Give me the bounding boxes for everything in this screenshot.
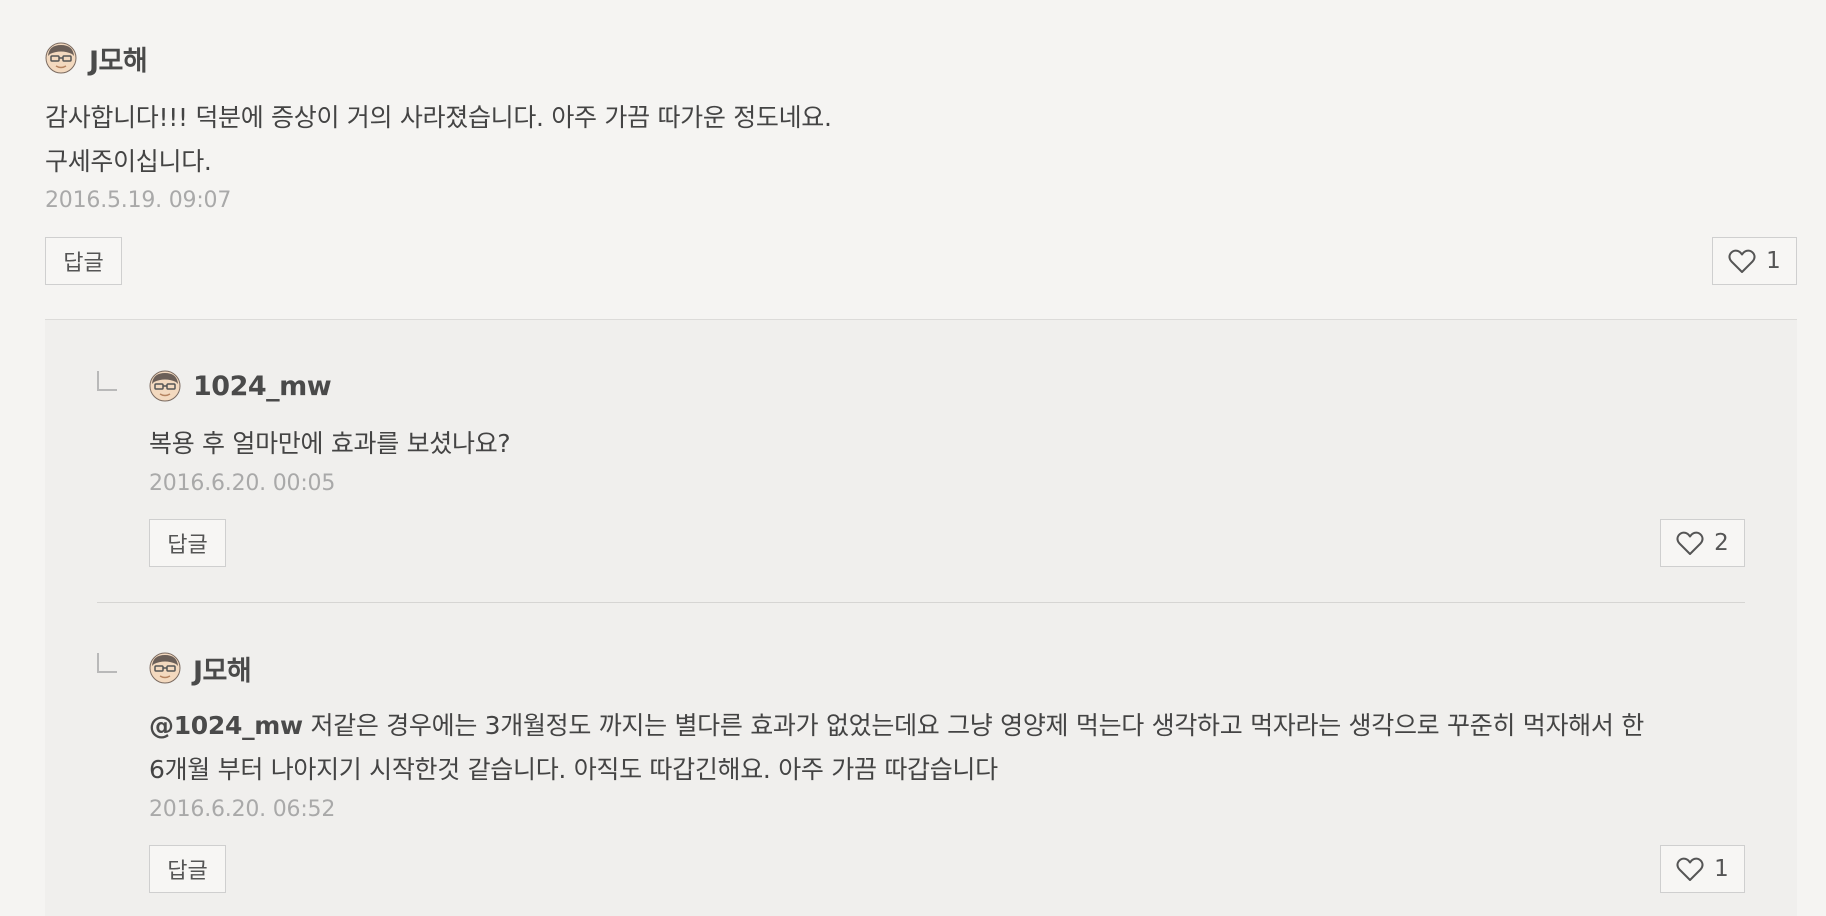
reply-author-row: 1024_mw (149, 366, 332, 406)
reply-button[interactable]: 답글 (149, 519, 226, 567)
reply-text-line: 6개월 부터 나아지기 시작한것 같습니다. 아직도 따갑긴해요. 아주 가끔 … (149, 755, 998, 784)
avatar-icon (149, 370, 181, 402)
reply-author[interactable]: J모해 (193, 649, 252, 688)
reply-text: 복용 후 얼마만에 효과를 보셨나요? (149, 429, 511, 458)
like-button[interactable]: 1 (1660, 845, 1745, 893)
comment-thread: J모해 감사합니다!!! 덕분에 증상이 거의 사라졌습니다. 아주 가끔 따가… (0, 0, 1826, 916)
reply-text-line: @1024_mw 저같은 경우에는 3개월정도 까지는 별다른 효과가 없었는데… (149, 704, 1749, 748)
comment-text-line: 구세주이십니다. (45, 147, 212, 176)
comment-author[interactable]: J모해 (89, 39, 148, 78)
reply-timestamp: 2016.6.20. 00:05 (149, 471, 336, 496)
comment-text-line: 감사합니다!!! 덕분에 증상이 거의 사라졌습니다. 아주 가끔 따가운 정도… (45, 103, 832, 132)
heart-icon (1676, 857, 1704, 881)
replies-section (45, 320, 1797, 916)
mention-link[interactable]: @1024_mw (149, 711, 303, 740)
comment-text: 감사합니다!!! 덕분에 증상이 거의 사라졌습니다. 아주 가끔 따가운 정도… (45, 96, 832, 184)
reply-author-row: J모해 (149, 648, 252, 688)
reply-corner-icon (97, 371, 117, 391)
comment-timestamp: 2016.5.19. 09:07 (45, 188, 232, 213)
reply-text: @1024_mw 저같은 경우에는 3개월정도 까지는 별다른 효과가 없었는데… (149, 704, 1749, 792)
comment-author-row: J모해 (45, 38, 148, 78)
reply-button[interactable]: 답글 (45, 237, 122, 285)
reply-timestamp: 2016.6.20. 06:52 (149, 797, 336, 822)
reply-text-segment: 저같은 경우에는 3개월정도 까지는 별다른 효과가 없었는데요 그냥 영양제 … (302, 711, 1644, 740)
reply-divider (97, 602, 1745, 603)
avatar-icon (149, 652, 181, 684)
heart-icon (1728, 249, 1756, 273)
like-button[interactable]: 2 (1660, 519, 1745, 567)
like-count: 2 (1714, 530, 1729, 556)
reply-author[interactable]: 1024_mw (193, 371, 332, 402)
heart-icon (1676, 531, 1704, 555)
like-count: 1 (1714, 856, 1729, 882)
reply-button[interactable]: 답글 (149, 845, 226, 893)
avatar-icon (45, 42, 77, 74)
like-button[interactable]: 1 (1712, 237, 1797, 285)
reply-corner-icon (97, 653, 117, 673)
like-count: 1 (1766, 248, 1781, 274)
